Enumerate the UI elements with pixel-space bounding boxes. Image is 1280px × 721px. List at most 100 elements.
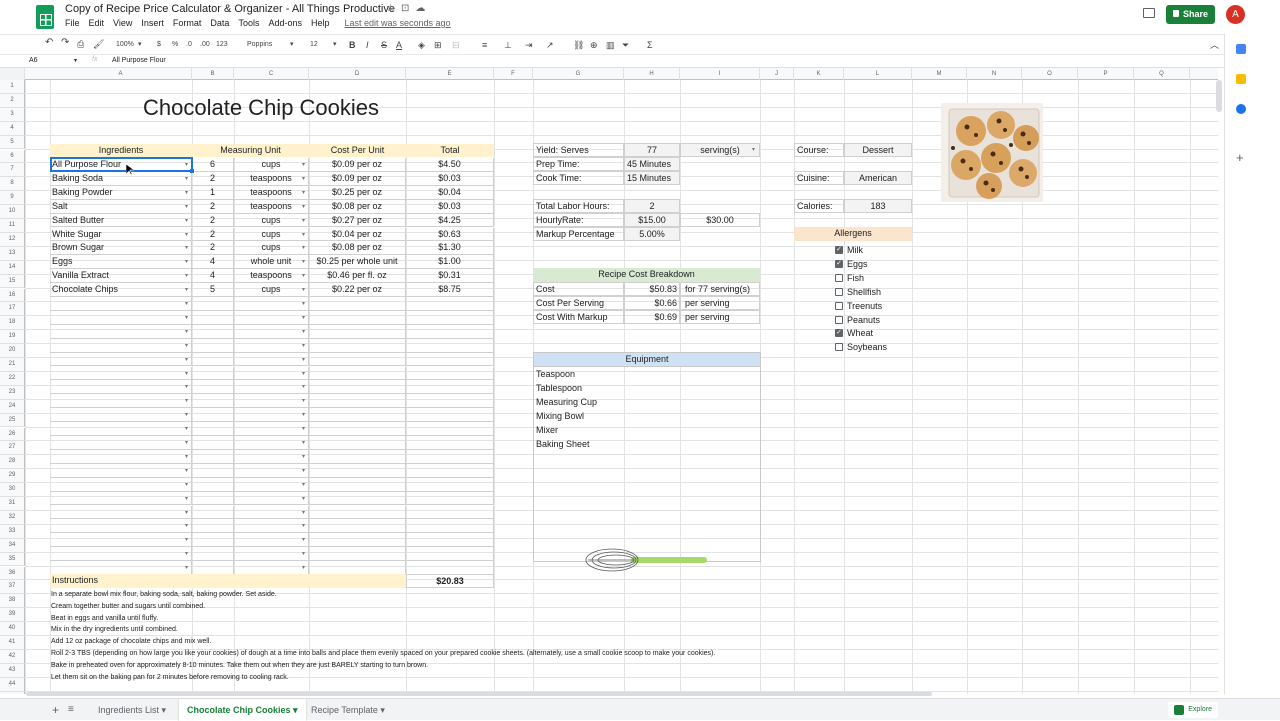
ingredient-qty-cell[interactable] (192, 338, 234, 353)
tasks-icon[interactable] (1236, 104, 1246, 114)
ingredient-unit-cell[interactable] (234, 408, 309, 423)
ingredient-cost-cell[interactable] (309, 408, 406, 423)
column-header[interactable]: I (680, 68, 760, 80)
ingredient-unit-cell[interactable] (234, 505, 309, 520)
print-icon[interactable]: ⎙ (77, 39, 84, 49)
ingredient-unit-cell[interactable]: teaspoons (234, 269, 309, 284)
instruction-step[interactable]: In a separate bowl mix flour, baking sod… (51, 591, 277, 598)
column-header[interactable]: H (624, 68, 680, 80)
ingredient-cost-cell[interactable] (309, 505, 406, 520)
row-header[interactable]: 32 (0, 510, 25, 525)
prep-value[interactable]: 45 Minutes (624, 157, 680, 171)
ingredient-name-cell[interactable] (50, 477, 192, 492)
ingredient-name-cell[interactable] (50, 449, 192, 464)
ingredient-name-cell[interactable] (50, 436, 192, 450)
ingredient-total-cell[interactable] (406, 463, 494, 478)
insert-chart-icon[interactable]: ▥ (606, 40, 615, 50)
row-header[interactable]: 17 (0, 302, 25, 317)
row-header[interactable]: 6 (0, 149, 25, 164)
column-header[interactable]: P (1078, 68, 1134, 80)
ingredient-name-cell[interactable] (50, 394, 192, 409)
menu-help[interactable]: Help (311, 18, 330, 28)
ingredient-total-cell[interactable] (406, 380, 494, 395)
ingredient-total-cell[interactable] (406, 561, 494, 575)
row-header[interactable]: 36 (0, 566, 25, 581)
rate-value[interactable]: $15.00 (624, 213, 680, 227)
ingredient-qty-cell[interactable]: 2 (192, 171, 234, 186)
ingredient-cost-cell[interactable]: $0.09 per oz (309, 158, 406, 172)
ingredient-cost-cell[interactable] (309, 338, 406, 353)
course-value[interactable]: Dessert (844, 143, 912, 157)
ingredient-total-cell[interactable] (406, 422, 494, 436)
labor-label[interactable]: Total Labor Hours: (533, 199, 624, 213)
spreadsheet-grid[interactable]: ABCDEFGHIJKLMNOPQ 1 2 3 4 5 6 7 8 9 10 11 12 13 14 15 1… (0, 68, 1218, 694)
ingredient-cost-cell[interactable]: $0.25 per oz (309, 185, 406, 200)
row-header[interactable]: 3 (0, 107, 25, 122)
increase-decimal-button[interactable]: .00 (200, 40, 210, 50)
ingredient-cost-cell[interactable] (309, 491, 406, 506)
instruction-step[interactable]: Add 12 oz package of chocolate chips and… (51, 638, 211, 645)
ingredient-qty-cell[interactable] (192, 547, 234, 562)
ingredient-cost-cell[interactable]: $0.22 per oz (309, 283, 406, 297)
document-title[interactable]: Copy of Recipe Price Calculator & Organi… (65, 3, 395, 15)
ingredient-cost-cell[interactable]: $0.04 per oz (309, 227, 406, 242)
row-header[interactable]: 29 (0, 469, 25, 484)
ingredient-unit-cell[interactable] (234, 352, 309, 367)
ingredient-unit-cell[interactable]: whole unit (234, 255, 309, 270)
share-button[interactable]: Share (1166, 5, 1215, 24)
instruction-step[interactable]: Cream together butter and sugars until c… (51, 603, 205, 610)
ingredient-unit-cell[interactable] (234, 297, 309, 311)
ingredient-name-cell[interactable]: White Sugar (50, 227, 192, 242)
row-header[interactable]: 21 (0, 358, 25, 372)
ingredient-name-cell[interactable] (50, 561, 192, 575)
yield-label[interactable]: Yield: Serves (533, 143, 624, 157)
header-ingredients[interactable]: Ingredients (50, 144, 192, 157)
italic-button[interactable]: I (366, 40, 369, 50)
ingredient-cost-cell[interactable]: $0.08 per oz (309, 241, 406, 256)
allergen-checkbox[interactable] (835, 343, 843, 352)
formula-input[interactable]: All Purpose Flour (112, 57, 166, 64)
allergen-checkbox[interactable] (835, 287, 843, 296)
ingredient-qty-cell[interactable] (192, 561, 234, 575)
row-header[interactable]: 12 (0, 232, 25, 247)
row-header[interactable]: 25 (0, 413, 25, 428)
insert-comment-icon[interactable]: ⊕ (590, 40, 598, 50)
breakdown-note[interactable]: for 77 serving(s) (680, 282, 760, 296)
column-header[interactable]: N (967, 68, 1022, 80)
equipment-item[interactable]: Mixer (536, 424, 558, 437)
row-header[interactable]: 16 (0, 288, 25, 303)
row-header[interactable]: 30 (0, 483, 25, 497)
row-header[interactable]: 44 (0, 677, 25, 692)
grand-total[interactable]: $20.83 (406, 574, 494, 588)
ingredient-unit-cell[interactable] (234, 394, 309, 409)
sheets-logo-icon[interactable] (36, 5, 54, 29)
calendar-icon[interactable] (1236, 44, 1246, 54)
ingredient-unit-cell[interactable]: cups (234, 227, 309, 242)
ingredient-qty-cell[interactable] (192, 352, 234, 367)
text-color-button[interactable]: A (396, 40, 402, 50)
row-header[interactable]: 9 (0, 191, 25, 206)
row-header[interactable]: 34 (0, 538, 25, 553)
column-header[interactable]: E (406, 68, 494, 80)
ingredient-unit-cell[interactable]: teaspoons (234, 171, 309, 186)
ingredient-name-cell[interactable]: Salt (50, 199, 192, 214)
ingredient-cost-cell[interactable] (309, 561, 406, 575)
ingredient-cost-cell[interactable]: $0.27 per oz (309, 213, 406, 228)
menu-insert[interactable]: Insert (141, 18, 164, 28)
ingredient-name-cell[interactable] (50, 338, 192, 353)
ingredient-qty-cell[interactable]: 6 (192, 158, 234, 172)
ingredient-name-cell[interactable] (50, 463, 192, 478)
font-select[interactable]: Poppins (247, 40, 272, 50)
ingredient-qty-cell[interactable] (192, 394, 234, 409)
ingredient-name-cell[interactable] (50, 505, 192, 520)
ingredient-total-cell[interactable]: $1.30 (406, 241, 494, 256)
ingredient-qty-cell[interactable]: 2 (192, 199, 234, 214)
ingredient-unit-cell[interactable] (234, 477, 309, 492)
name-box[interactable]: A6 (29, 57, 38, 64)
ingredient-name-cell[interactable]: Baking Powder (50, 185, 192, 200)
ingredient-total-cell[interactable] (406, 533, 494, 548)
calories-label[interactable]: Calories: (794, 199, 844, 213)
instructions-label[interactable]: Instructions (50, 574, 406, 588)
menu-view[interactable]: View (113, 18, 132, 28)
row-header[interactable]: 45 (0, 691, 25, 694)
